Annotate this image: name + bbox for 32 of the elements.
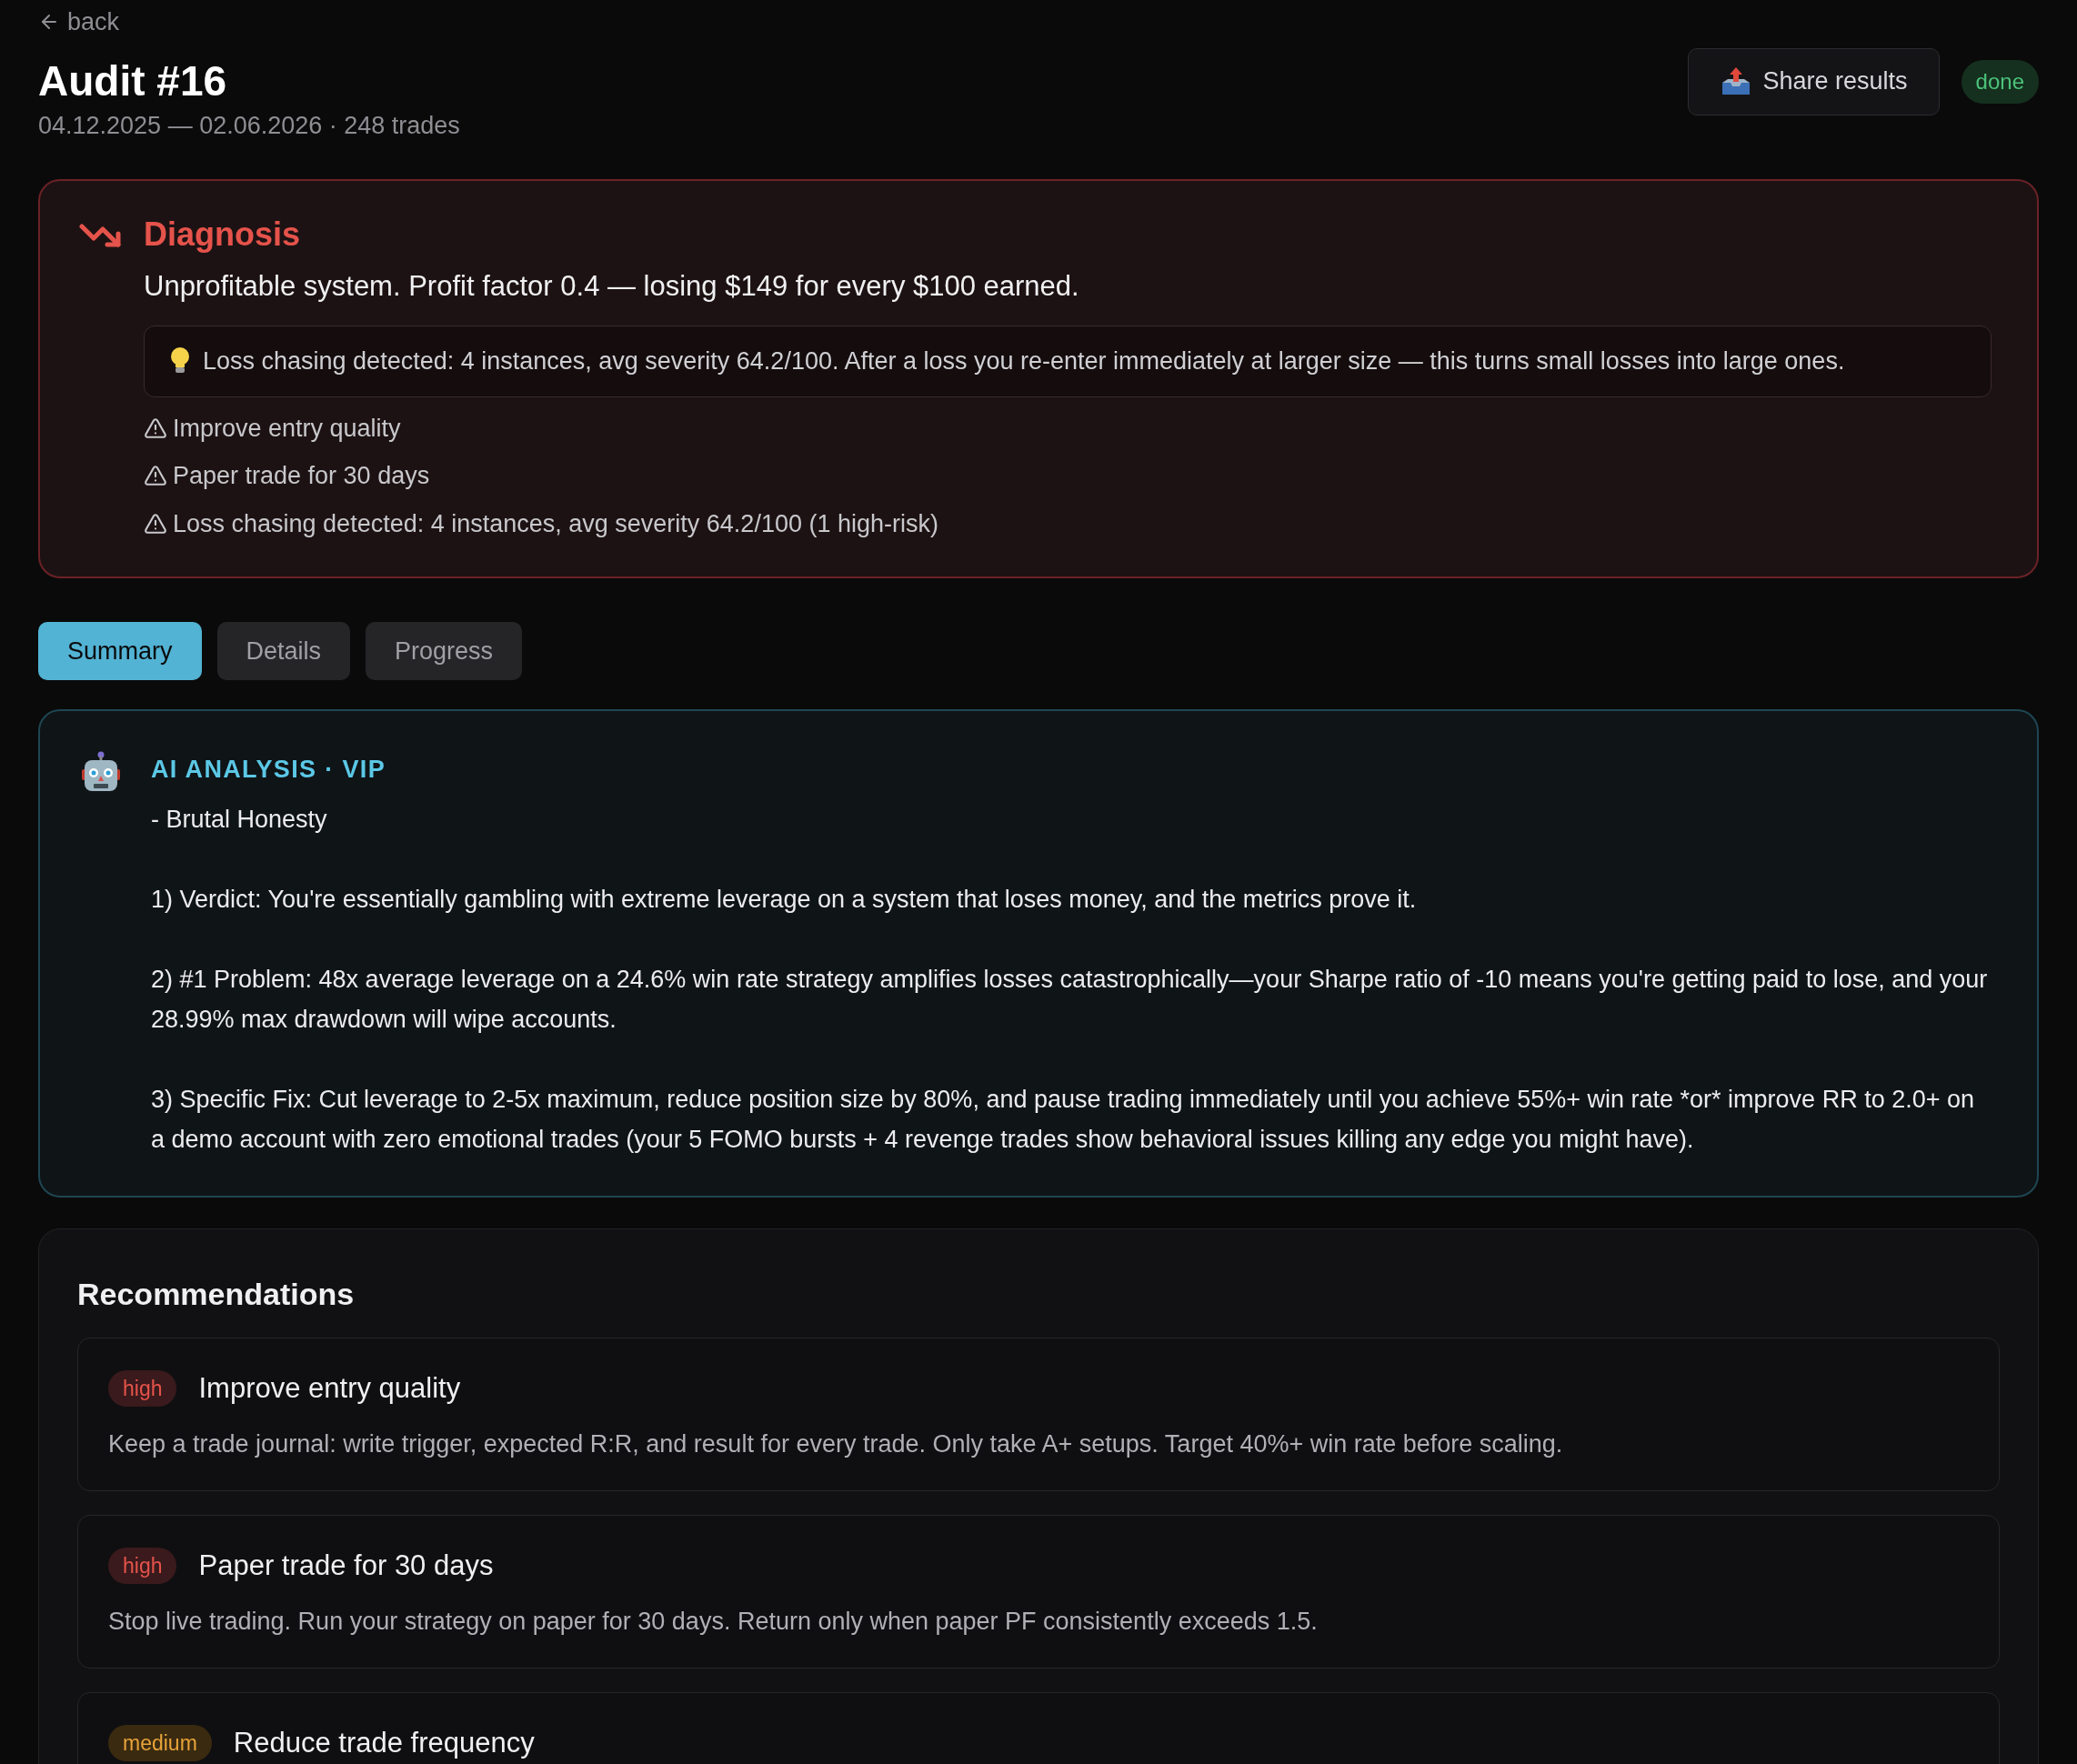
page-title: Audit #16 [38,55,228,106]
warning-text: Improve entry quality [173,413,401,444]
analysis-paragraph: 1) Verdict: You're essentially gambling with extreme leverage on a system that loses money, and the metrics prove it. [151,884,1418,915]
back-link[interactable]: back [38,0,120,41]
priority-badge: medium [108,1724,212,1761]
status-badge: done [1961,59,2039,104]
analysis-paragraph: - Brutal Honesty [151,804,328,835]
robot-icon [80,751,122,793]
tab[interactable]: Summary [38,622,202,680]
diagnosis-title: Diagnosis [144,214,302,255]
warning-icon [144,416,167,440]
warning-icon [144,511,167,536]
recommendation-title: Improve entry quality [198,1370,461,1406]
diagnosis-summary: Unprofitable system. Profit factor 0.4 — losing $149 for every $100 earned. [144,268,1080,304]
recommendation-description: Stop live trading. Run your strategy on paper for 30 days. Return only when paper PF consistently exceeds 1.5. [108,1607,1319,1637]
ai-analysis-title: AI ANALYSIS · VIP [151,755,386,785]
analysis-paragraph: 3) Specific Fix: Cut leverage to 2-5x maximum, reduce position size by 80%, and pause trading immediately until you achieve 55%+ win rate *or* improve RR to 2.0+ on a demo account with zero emotional trades (your 5 FOMO bursts + 4 revenge trades show behavioral issues killing any edge you might have). [151,1084,1975,1155]
analysis-paragraph: 2) #1 Problem: 48x average leverage on a 24.6% win rate strategy amplifies losses catastrophically—your Sharpe ratio of -10 means you're getting paid to lose, and your 28.99% max drawdown will wipe accounts. [151,964,1989,1035]
warning-text: Loss chasing detected: 4 instances, avg severity 64.2/100 (1 high-risk) [173,508,938,539]
tab[interactable]: Progress [366,622,523,680]
recommendation-title: Reduce trade frequency [233,1725,535,1760]
recommendation-description: Keep a trade journal: write trigger, expected R:R, and result for every trade. Only take A+ setups. Target 40%+ win rate before scaling. [108,1429,1564,1459]
tab[interactable]: Details [216,622,351,680]
recommendation-title: Paper trade for 30 days [198,1548,494,1583]
priority-badge: high [108,1369,177,1407]
recommendations-heading: Recommendations [77,1275,356,1313]
insight-text: Loss chasing detected: 4 instances, avg severity 64.2/100. After a loss you re-enter immediately at larger size — this turns small losses into large ones. [203,346,1845,376]
share-results-button[interactable]: Share results [1687,47,1940,115]
warning-icon [144,464,167,488]
warning-text: Paper trade for 30 days [173,461,430,491]
priority-badge: high [108,1547,177,1584]
date-range-subtitle: 04.12.2025 — 02.06.2026 · 248 trades [38,111,460,141]
